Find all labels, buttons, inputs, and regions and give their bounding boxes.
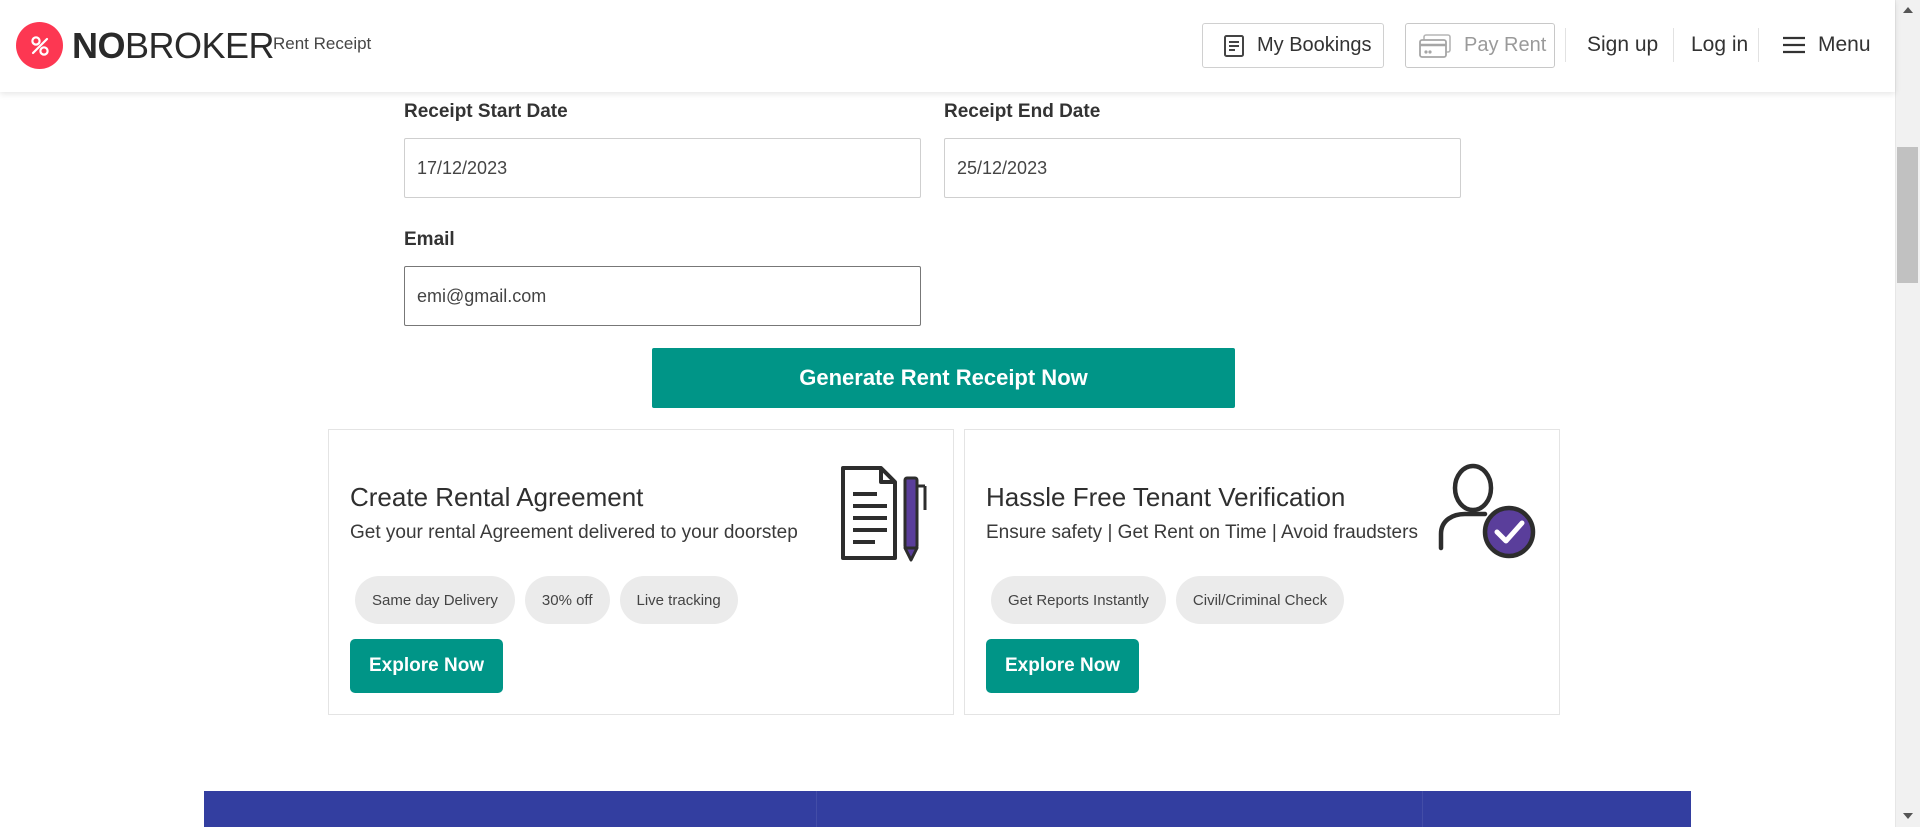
card-icon (1418, 33, 1452, 59)
top-header: NOBROKER Rent Receipt My Bookings Pay Re… (0, 0, 1895, 92)
end-date-label: Receipt End Date (944, 101, 1101, 122)
band-divider (1422, 791, 1423, 827)
page-subtitle: Rent Receipt (273, 34, 372, 53)
header-separator (1565, 28, 1566, 62)
document-pen-icon (831, 464, 931, 569)
tenant-verification-chips: Get Reports Instantly Civil/Criminal Che… (991, 576, 1345, 624)
bookings-icon (1223, 34, 1245, 58)
chip-civil-criminal-check: Civil/Criminal Check (1175, 576, 1345, 624)
email-label: Email (404, 229, 455, 250)
pay-rent-label: Pay Rent (1464, 34, 1547, 56)
log-in-link[interactable]: Log in (1691, 33, 1748, 57)
tenant-verification-card: Hassle Free Tenant Verification Ensure s… (964, 429, 1560, 715)
sign-up-link[interactable]: Sign up (1587, 33, 1658, 57)
chip-get-reports-instantly: Get Reports Instantly (991, 576, 1166, 624)
nobroker-logo-icon[interactable] (16, 22, 63, 69)
footer-band (204, 791, 1691, 827)
chip-same-day-delivery: Same day Delivery (355, 576, 515, 624)
end-date-input[interactable] (944, 138, 1461, 198)
rental-agreement-explore-button[interactable]: Explore Now (350, 639, 504, 693)
start-date-label: Receipt Start Date (404, 101, 568, 122)
chip-discount: 30% off (524, 576, 610, 624)
my-bookings-button[interactable]: My Bookings (1202, 23, 1384, 68)
chip-live-tracking: Live tracking (619, 576, 738, 624)
tenant-verification-title: Hassle Free Tenant Verification (986, 482, 1346, 512)
brand-broker: BROKER (125, 25, 275, 66)
brand-wordmark[interactable]: NOBROKER (72, 24, 275, 68)
menu-label: Menu (1818, 33, 1871, 56)
my-bookings-label: My Bookings (1257, 34, 1372, 56)
header-separator (1758, 28, 1759, 62)
scroll-up-arrow-icon[interactable] (1900, 2, 1915, 17)
email-input[interactable] (404, 266, 921, 326)
rental-agreement-desc: Get your rental Agreement delivered to y… (350, 522, 798, 543)
start-date-input[interactable] (404, 138, 921, 198)
hamburger-icon (1782, 36, 1806, 54)
rental-agreement-chips: Same day Delivery 30% off Live tracking (355, 576, 738, 624)
tenant-verification-explore-button[interactable]: Explore Now (986, 639, 1140, 693)
user-check-icon (1435, 460, 1539, 569)
brand-no: NO (72, 25, 126, 66)
scroll-down-arrow-icon[interactable] (1900, 808, 1915, 823)
rental-agreement-card: Create Rental Agreement Get your rental … (328, 429, 954, 715)
menu-button[interactable]: Menu (1782, 33, 1871, 57)
pay-rent-button[interactable]: Pay Rent (1405, 23, 1555, 68)
vertical-scrollbar[interactable] (1895, 0, 1920, 827)
band-divider (816, 791, 817, 827)
scrollbar-thumb[interactable] (1897, 147, 1918, 283)
rental-agreement-title: Create Rental Agreement (350, 482, 644, 512)
tenant-verification-desc: Ensure safety | Get Rent on Time | Avoid… (986, 522, 1418, 543)
generate-rent-receipt-button[interactable]: Generate Rent Receipt Now (652, 348, 1235, 408)
header-separator (1673, 28, 1674, 62)
